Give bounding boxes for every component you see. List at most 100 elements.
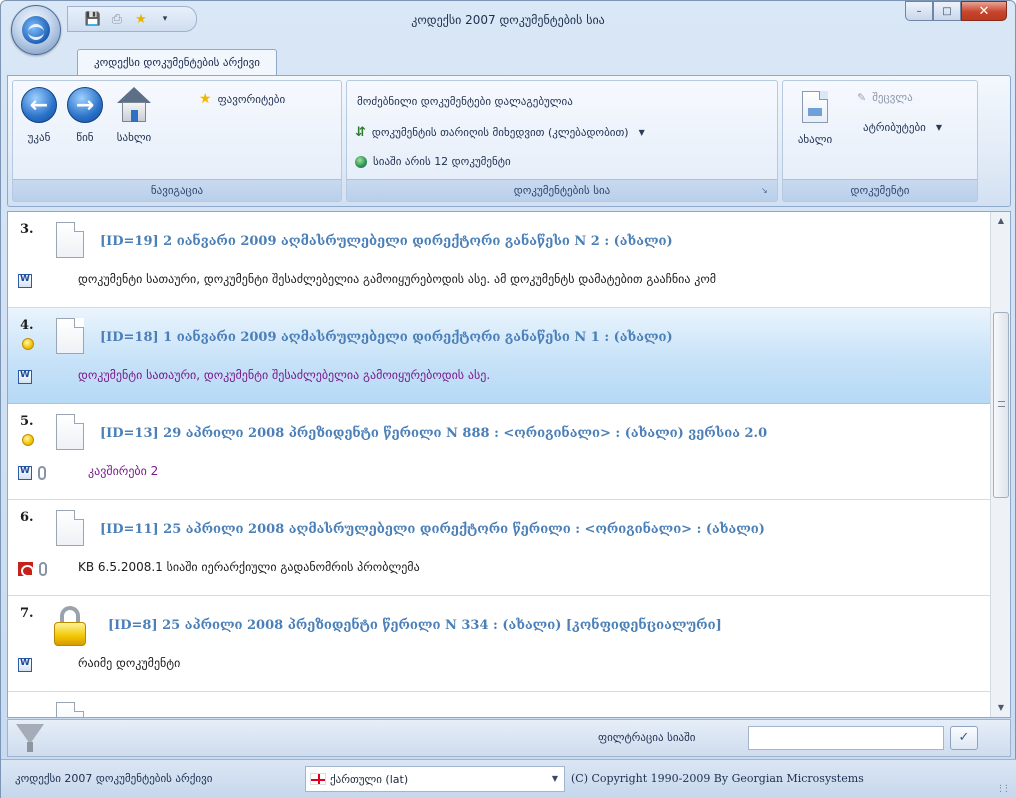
- edit-pencil-icon: ✎: [857, 91, 867, 104]
- status-dot-icon: [22, 434, 34, 446]
- chevron-down-icon: ▼: [935, 123, 942, 132]
- close-icon: ✕: [978, 3, 990, 19]
- language-label: ქართული (lat): [330, 772, 409, 786]
- pdf-document-icon[interactable]: [18, 562, 34, 577]
- filter-apply-button[interactable]: ✓: [950, 726, 978, 750]
- item-description: კავშირები 2: [88, 464, 159, 478]
- document-count: სიაში არის 12 დოკუმენტი: [355, 155, 511, 168]
- back-label: უკან: [27, 131, 51, 144]
- document-list-group: მოძებნილი დოკუმენტები დალაგებულია ⇵ დოკუ…: [346, 80, 778, 202]
- item-title-link[interactable]: [ID=19] 2 იანვარი 2009 აღმასრულებელი დირ…: [100, 234, 673, 249]
- home-button[interactable]: სახლი: [109, 87, 159, 144]
- favorites-button[interactable]: ★ ფავორიტები: [199, 91, 285, 107]
- app-window: 💾 ⎙ ★ ▾ კოდექსი 2007 დოკუმენტების სია – …: [0, 0, 1016, 798]
- document-list-group-label: დოკუმენტების სია: [347, 179, 777, 201]
- forward-button[interactable]: → წინ: [63, 87, 107, 144]
- paperclip-icon[interactable]: [38, 466, 46, 480]
- item-number: 4.: [20, 318, 34, 333]
- item-title-link[interactable]: [ID=11] 25 აპრილი 2008 აღმასრულებელი დირ…: [100, 522, 765, 537]
- status-archive-name: კოდექსი 2007 დოკუმენტების არქივი: [15, 772, 213, 785]
- vertical-scrollbar[interactable]: ▲ ▼: [990, 212, 1010, 717]
- resize-grip-icon[interactable]: . .: :: [999, 780, 1011, 795]
- word-document-icon[interactable]: [18, 274, 32, 288]
- word-document-icon[interactable]: [18, 658, 32, 672]
- attributes-dropdown[interactable]: ატრიბუტები ▼: [863, 121, 942, 134]
- close-button[interactable]: ✕: [961, 1, 1007, 21]
- sort-descending-icon: ⇵: [355, 125, 366, 140]
- minimize-button[interactable]: –: [905, 1, 933, 21]
- application-menu-button[interactable]: [11, 5, 61, 55]
- chevron-down-icon: ▼: [638, 128, 645, 137]
- scroll-down-icon[interactable]: ▼: [991, 699, 1010, 717]
- sort-by-dropdown[interactable]: ⇵ დოკუმენტის თარიღის მიხედვით (კლებადობი…: [355, 125, 645, 140]
- navigation-group-label: ნავიგაცია: [13, 179, 341, 201]
- tab-document-archive[interactable]: კოდექსი დოკუმენტების არქივი: [77, 49, 277, 76]
- item-description: დოკუმენტი სათაური, დოკუმენტი შესაძლებელი…: [78, 368, 491, 382]
- forward-arrow-icon: →: [67, 87, 103, 123]
- sort-by-label: დოკუმენტის თარიღის მიხედვით (კლებადობით): [371, 126, 629, 139]
- filter-label: ფილტრაცია სიაში: [598, 731, 696, 744]
- word-document-icon[interactable]: [18, 370, 32, 384]
- copyright-text: (C) Copyright 1990-2009 By Georgian Micr…: [571, 772, 864, 785]
- item-attachments: [18, 274, 32, 288]
- language-select[interactable]: ქართული (lat) ▼: [305, 766, 565, 792]
- item-description: რაიმე დოკუმენტი: [78, 656, 181, 670]
- georgian-flag-icon: [310, 773, 326, 785]
- filter-funnel-icon[interactable]: [16, 724, 44, 752]
- edit-button[interactable]: ✎ შეცვლა: [857, 91, 913, 104]
- checkmark-icon: ✓: [958, 730, 970, 745]
- back-arrow-icon: ←: [21, 87, 57, 123]
- list-item[interactable]: 7. [ID=8] 25 აპრილი 2008 პრეზიდენტი წერი…: [8, 596, 990, 692]
- item-number: 7.: [20, 606, 34, 621]
- status-dot-icon: [22, 338, 34, 350]
- app-logo-icon: [22, 16, 50, 44]
- ribbon: ← უკან → წინ სახლი ★ ფავორიტები ნავიგაცი…: [7, 75, 1011, 207]
- item-title-link[interactable]: [ID=13] 29 აპრილი 2008 პრეზიდენტი წერილი…: [100, 426, 767, 441]
- new-document-icon: [802, 91, 828, 123]
- forward-label: წინ: [76, 131, 94, 144]
- item-title-link[interactable]: [ID=8] 25 აპრილი 2008 პრეზიდენტი წერილი …: [108, 618, 722, 633]
- window-title: კოდექსი 2007 დოკუმენტების სია: [411, 13, 605, 27]
- document-page-icon: [56, 510, 84, 546]
- item-attachments: [18, 658, 32, 672]
- new-document-button[interactable]: ახალი: [789, 91, 841, 146]
- document-page-icon: [56, 702, 84, 717]
- word-document-icon[interactable]: [18, 466, 32, 480]
- title-bar: 💾 ⎙ ★ ▾ კოდექსი 2007 დოკუმენტების სია – …: [1, 1, 1015, 55]
- item-attachments: [18, 562, 47, 577]
- favorites-star-icon: ★: [199, 91, 212, 107]
- item-description: KB 6.5.2008.1 სიაში იერარქიული გადანომრი…: [78, 560, 420, 574]
- item-attachments: [18, 466, 46, 480]
- scrollbar-thumb[interactable]: [993, 312, 1009, 498]
- home-icon: [115, 87, 153, 123]
- back-button[interactable]: ← უკან: [17, 87, 61, 144]
- paperclip-icon[interactable]: [39, 562, 47, 576]
- globe-icon: [355, 155, 367, 168]
- new-document-label: ახალი: [797, 133, 833, 146]
- edit-label: შეცვლა: [872, 91, 913, 104]
- status-bar: კოდექსი 2007 დოკუმენტების არქივი ქართული…: [1, 759, 1016, 798]
- filter-input[interactable]: [748, 726, 944, 750]
- document-list: 3. [ID=19] 2 იანვარი 2009 აღმასრულებელი …: [7, 211, 1011, 718]
- document-page-icon: [56, 318, 84, 354]
- maximize-button[interactable]: □: [933, 1, 961, 21]
- attributes-label: ატრიბუტები: [863, 121, 926, 134]
- window-controls: – □ ✕: [905, 1, 1007, 21]
- list-item[interactable]: 6. [ID=11] 25 აპრილი 2008 აღმასრულებელი …: [8, 500, 990, 596]
- list-item[interactable]: 4. [ID=18] 1 იანვარი 2009 აღმასრულებელი …: [8, 308, 990, 404]
- minimize-icon: –: [916, 5, 922, 17]
- document-list-items: 3. [ID=19] 2 იანვარი 2009 აღმასრულებელი …: [8, 212, 990, 717]
- chevron-down-icon: ▼: [551, 774, 558, 783]
- dialog-launcher-icon[interactable]: ↘: [761, 186, 771, 196]
- sorted-info: მოძებნილი დოკუმენტები დალაგებულია: [357, 95, 573, 108]
- maximize-icon: □: [942, 5, 952, 17]
- item-number: 6.: [20, 510, 34, 525]
- list-item[interactable]: 5. [ID=13] 29 აპრილი 2008 პრეზიდენტი წერ…: [8, 404, 990, 500]
- list-item[interactable]: 3. [ID=19] 2 იანვარი 2009 აღმასრულებელი …: [8, 212, 990, 308]
- item-number: 3.: [20, 222, 34, 237]
- list-item[interactable]: [8, 692, 990, 717]
- document-group: ახალი ✎ შეცვლა ატრიბუტები ▼ დოკუმენტი: [782, 80, 978, 202]
- scroll-up-icon[interactable]: ▲: [991, 212, 1010, 230]
- item-title-link[interactable]: [ID=18] 1 იანვარი 2009 აღმასრულებელი დირ…: [100, 330, 673, 345]
- item-description: დოკუმენტი სათაური, დოკუმენტი შესაძლებელი…: [78, 272, 717, 286]
